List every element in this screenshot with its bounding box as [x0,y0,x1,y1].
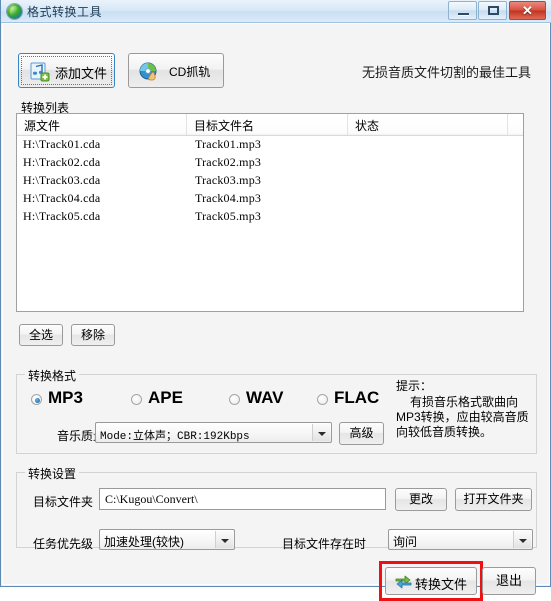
radio-indicator [229,394,240,405]
file-exists-combobox[interactable]: 询问 [388,529,533,550]
title-bar: 格式转换工具 ✕ [1,0,551,23]
list-header-row: 源文件 目标文件名 状态 [17,114,523,136]
priority-combobox[interactable]: 加速处理(较快) [99,529,235,550]
tip-body: 有损音乐格式歌曲向MP3转换，应由较高音质向较低音质转换。 [396,395,529,439]
cell-source: H:\Track01.cda [23,137,101,151]
cell-source: H:\Track05.cda [23,209,101,223]
tip-box: 提示： 有损音乐格式歌曲向MP3转换，应由较高音质向较低音质转换。 [394,376,536,450]
cd-rip-label: CD抓轨 [169,65,211,79]
chevron-down-icon[interactable] [215,531,233,548]
quality-value: Mode:立体声；CBR:192Kbps [100,431,250,443]
change-folder-button[interactable]: 更改 [395,488,447,511]
radio-indicator [131,394,142,405]
cell-target: Track01.mp3 [195,137,262,151]
radio-format-mp3-label: MP3 [48,388,83,407]
convert-files-button[interactable]: 转换文件 [385,567,477,595]
radio-format-ape-label: APE [148,388,183,407]
format-group-label: 转换格式 [25,367,80,384]
radio-format-wav-label: WAV [246,388,284,407]
cell-source: H:\Track02.cda [23,155,101,169]
close-icon: ✕ [522,3,533,18]
music-note-plus-icon [30,62,50,82]
list-rows: H:\Track01.cda Track01.mp3 H:\Track02.cda T… [17,136,523,226]
tagline-text: 无损音质文件切割的最佳工具 [361,65,531,80]
tip-title: 提示： [396,379,433,393]
convert-files-label: 转换文件 [415,577,468,592]
table-row[interactable]: H:\Track02.cda Track02.mp3 [17,154,523,172]
close-button[interactable]: ✕ [509,1,546,20]
settings-group-label: 转换设置 [25,465,80,482]
table-row[interactable]: H:\Track04.cda Track04.mp3 [17,190,523,208]
priority-label: 任务优先级 [33,537,94,551]
cd-rip-button[interactable]: CD抓轨 [128,53,224,88]
application-window: 格式转换工具 ✕ 添加文件 CD抓轨 无损音质文件切割的最佳工具 转换列表 源文… [0,0,551,601]
conversion-list[interactable]: 源文件 目标文件名 状态 H:\Track01.cda Track01.mp3 H:… [16,113,524,312]
column-divider [186,114,187,135]
select-all-button[interactable]: 全选 [19,324,63,346]
radio-format-flac-label: FLAC [334,388,380,407]
cell-target: Track05.mp3 [195,209,262,223]
table-row[interactable]: H:\Track01.cda Track01.mp3 [17,136,523,154]
advanced-button[interactable]: 高级 [339,422,384,445]
cell-target: Track04.mp3 [195,191,262,205]
window-title: 格式转换工具 [27,5,103,19]
client-area: 添加文件 CD抓轨 无损音质文件切割的最佳工具 转换列表 源文件 目标文件名 状… [2,23,550,601]
exit-button[interactable]: 退出 [482,567,536,595]
chevron-down-icon[interactable] [312,424,330,441]
chevron-down-icon[interactable] [513,531,531,548]
dest-folder-value: C:\Kugou\Convert\ [105,492,198,506]
column-divider [507,114,508,135]
dest-folder-input[interactable]: C:\Kugou\Convert\ [99,488,386,510]
cell-source: H:\Track03.cda [23,173,101,187]
column-header-source[interactable]: 源文件 [24,117,60,134]
radio-indicator [31,394,42,405]
minimize-button[interactable] [448,1,477,20]
file-exists-value: 询问 [393,535,418,549]
maximize-button[interactable] [478,1,507,20]
column-header-target[interactable]: 目标文件名 [194,117,254,134]
open-folder-button[interactable]: 打开文件夹 [455,488,532,511]
radio-indicator [317,394,328,405]
column-header-status[interactable]: 状态 [355,117,379,134]
column-divider [347,114,348,135]
remove-button[interactable]: 移除 [71,324,115,346]
quality-combobox[interactable]: Mode:立体声；CBR:192Kbps [95,422,332,443]
priority-value: 加速处理(较快) [104,535,184,549]
table-row[interactable]: H:\Track03.cda Track03.mp3 [17,172,523,190]
file-exists-label: 目标文件存在时 [282,537,367,551]
cell-target: Track03.mp3 [195,173,262,187]
convert-arrows-icon [395,575,412,589]
globe-icon [7,4,22,19]
cd-hand-icon [139,62,157,81]
cell-source: H:\Track04.cda [23,191,101,205]
table-row[interactable]: H:\Track05.cda Track05.mp3 [17,208,523,226]
cell-target: Track02.mp3 [195,155,262,169]
dest-folder-label: 目标文件夹 [33,495,94,509]
add-file-button[interactable]: 添加文件 [18,53,115,88]
add-file-label: 添加文件 [55,66,108,81]
